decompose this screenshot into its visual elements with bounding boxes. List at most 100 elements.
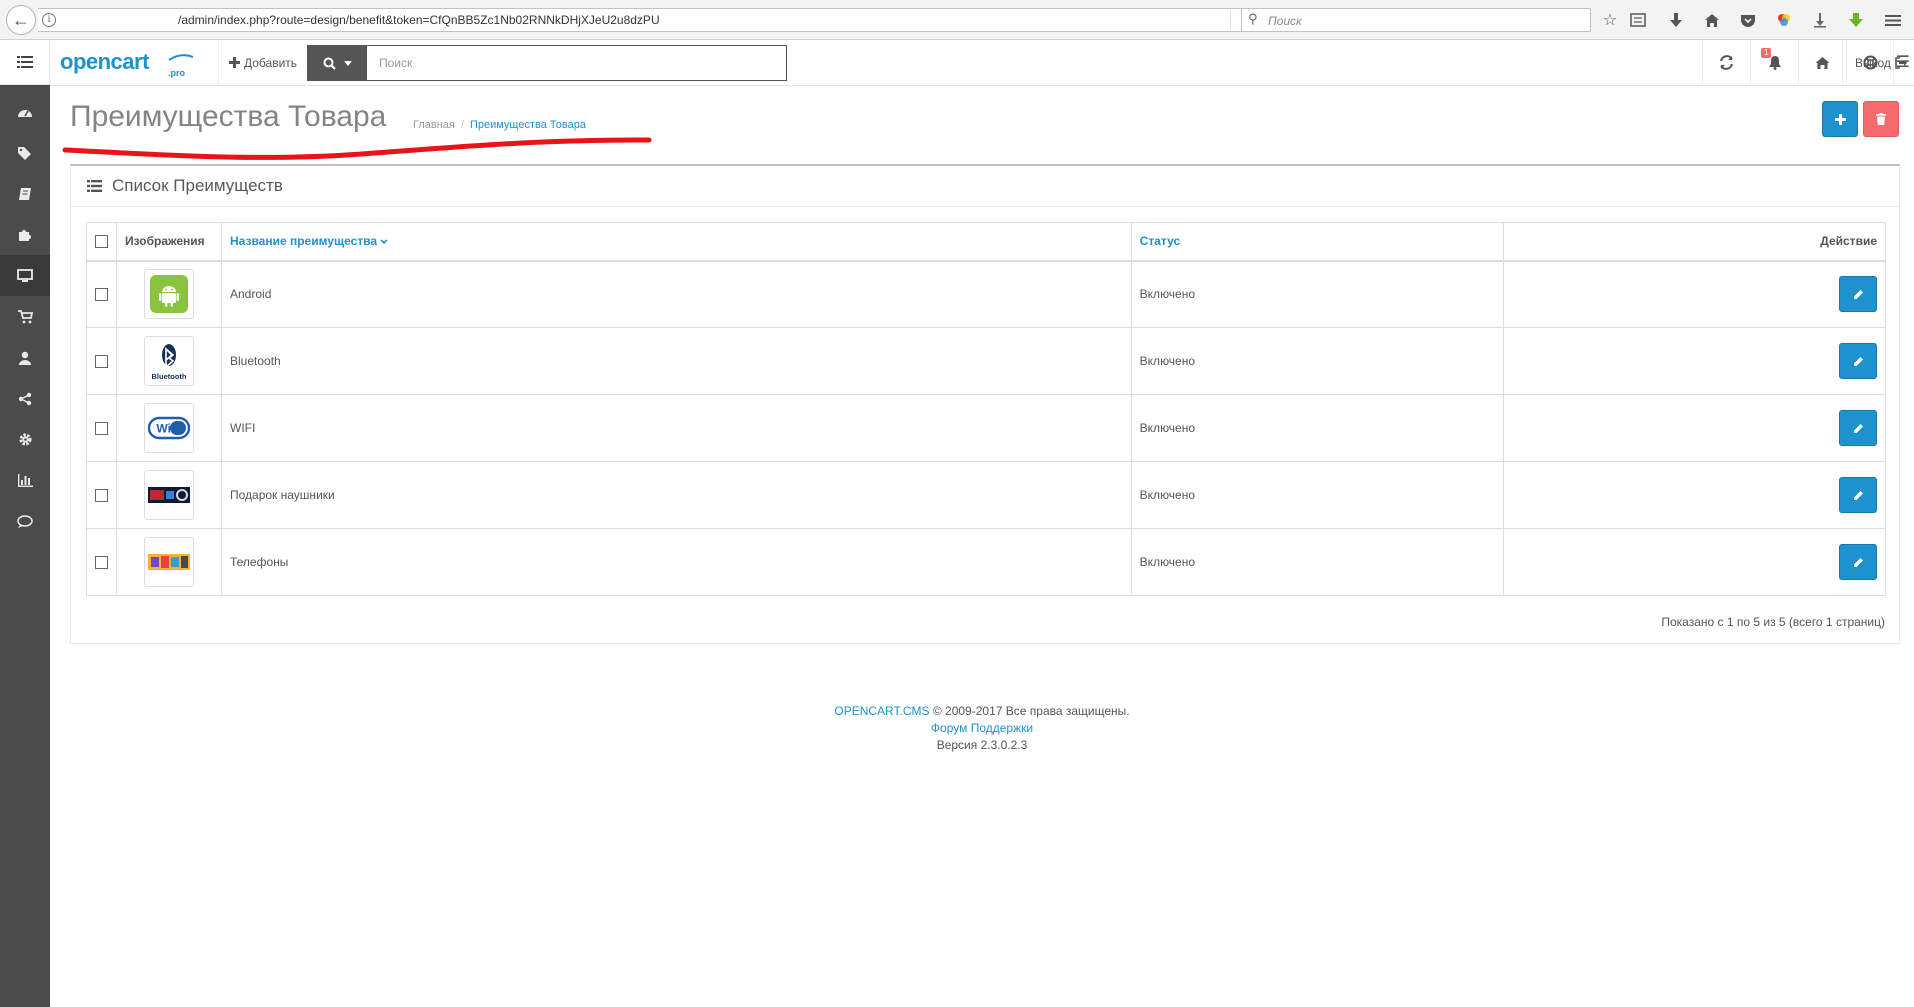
row-action-cell [1502,260,1887,328]
select-all-checkbox[interactable] [95,235,108,249]
row-status: Включено [1130,461,1504,529]
row-checkbox[interactable] [95,422,108,436]
sort-by-name-link[interactable]: Название преимущества [230,234,377,248]
benefits-table: Изображения Название преимущества Статус… [86,222,1887,596]
notifications-button[interactable]: 1 [1750,40,1798,85]
sidebar-toggle-button[interactable] [0,40,50,85]
footer: OPENCART.CMS © 2009-2017 Все права защищ… [50,703,1914,754]
edit-button[interactable] [1839,477,1877,513]
sidebar-item-sales[interactable] [0,296,50,337]
download-arrow-icon[interactable] [1809,9,1831,31]
support-forum-link[interactable]: Форум Поддержки [931,721,1033,735]
home-icon[interactable] [1701,9,1723,31]
sidebar-item-reports[interactable] [0,460,50,501]
row-status: Включено [1130,327,1504,395]
edit-button[interactable] [1839,276,1877,313]
red-highlight-stroke [62,137,652,160]
breadcrumb-home[interactable]: Главная [413,119,455,131]
cart-icon [18,309,33,323]
add-new-button[interactable]: Добавить [218,40,307,85]
delete-benefit-button[interactable] [1863,101,1899,137]
row-select-cell [86,260,117,328]
row-name: Bluetooth [221,327,1132,395]
info-icon[interactable]: i [42,13,56,27]
plus-icon [1834,113,1846,125]
dashboard-icon [18,109,32,117]
opencart-cms-link[interactable]: OPENCART.CMS [834,704,929,718]
headphones-gift-icon [148,487,190,503]
sort-by-status-link[interactable]: Статус [1140,234,1180,248]
sidebar-item-marketing[interactable] [0,378,50,419]
table-header-row: Изображения Название преимущества Статус… [86,222,1887,262]
search-type-dropdown[interactable] [307,45,367,81]
browser-toolbar: ← i /admin/index.php?route=design/benefi… [0,0,1914,40]
row-checkbox[interactable] [95,355,108,369]
add-benefit-button[interactable] [1822,101,1858,137]
row-image-cell [116,260,222,328]
opencart-logo[interactable]: opencart .pro [60,46,200,80]
sidebar-item-reviews[interactable] [0,501,50,542]
logo-text: opencart [60,49,149,74]
add-new-label: Добавить [244,55,298,70]
sidebar-item-dashboard[interactable] [0,91,50,132]
row-checkbox[interactable] [95,556,108,570]
logo-suffix: .pro [168,68,186,78]
breadcrumb-current[interactable]: Преимущества Товара [470,119,586,131]
menu-toggle-icon [16,56,33,68]
edit-button[interactable] [1839,343,1877,379]
admin-search-input[interactable] [367,45,787,81]
row-status: Включено [1130,394,1504,462]
benefit-thumbnail [144,537,194,587]
desktop-icon [17,268,33,282]
row-image-cell [116,528,222,596]
benefits-panel: Список Преимуществ Изображения Название … [70,164,1900,644]
download-icon[interactable] [1665,9,1687,31]
row-checkbox[interactable] [95,489,108,503]
row-image-cell: Bluetooth [116,327,222,395]
edit-button[interactable] [1839,410,1877,446]
breadcrumb-separator: / [460,119,464,131]
caret-down-icon [343,60,352,66]
table-row: Подарок наушники Включено [86,461,1887,529]
pencil-icon [1853,557,1863,567]
benefit-thumbnail [144,470,194,520]
row-action-cell [1502,327,1887,395]
wifi-icon-label: WiFi [156,422,181,436]
hamburger-icon[interactable]: ☰ [1896,52,1910,72]
wifi-icon: WiFi [148,416,190,440]
row-action-cell [1502,461,1887,529]
sidebar-item-catalog[interactable] [0,132,50,173]
home-icon [1815,56,1830,69]
row-action-cell [1502,394,1887,462]
address-bar[interactable]: i /admin/index.php?route=design/benefit&… [38,8,1258,32]
row-name: WIFI [221,394,1132,462]
bookmark-star-icon[interactable]: ☆ [1599,9,1621,31]
benefit-thumbnail: Bluetooth [144,336,194,386]
colorful-extension-icon[interactable] [1773,9,1795,31]
table-row: WiFi WIFI Включено [86,394,1887,462]
green-download-icon[interactable] [1845,9,1867,31]
back-icon[interactable]: ← [6,5,36,35]
hamburger-menu-icon[interactable] [1882,9,1904,31]
sort-caret-down-icon [380,239,389,245]
table-row: Bluetooth Bluetooth Включено [86,327,1887,395]
sidebar-item-design[interactable] [0,255,50,296]
sidebar-item-customers[interactable] [0,337,50,378]
tags-icon [18,146,31,160]
user-icon [19,351,31,365]
reading-list-icon[interactable] [1627,9,1649,31]
sidebar-item-articles[interactable] [0,173,50,214]
row-checkbox[interactable] [95,288,108,302]
table-row: Android Включено [86,260,1887,328]
pocket-icon[interactable] [1737,9,1759,31]
sidebar-item-extensions[interactable] [0,214,50,255]
column-header-status[interactable]: Статус [1130,222,1504,262]
row-select-cell [86,461,117,529]
browser-search-input[interactable]: ⚲ Поиск [1241,8,1591,32]
storefront-home-button[interactable] [1798,40,1846,85]
column-header-name[interactable]: Название преимущества [221,222,1132,262]
sidebar-item-system[interactable] [0,419,50,460]
edit-button[interactable] [1839,544,1877,580]
refresh-button[interactable] [1702,40,1750,85]
benefit-thumbnail: WiFi [144,403,194,453]
